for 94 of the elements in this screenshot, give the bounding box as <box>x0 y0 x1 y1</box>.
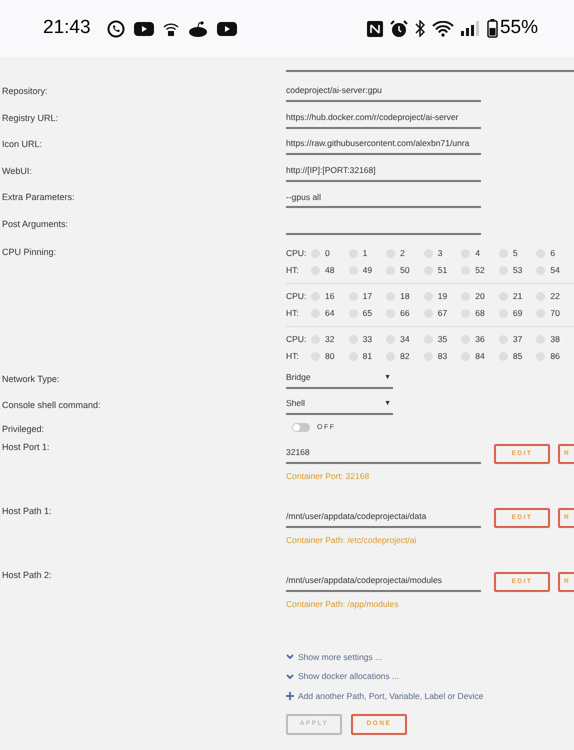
setting-label: CPU Pinning: <box>1 246 58 259</box>
setting-label: Registry URL: <box>1 112 60 125</box>
setting-label: Privileged: <box>1 422 46 436</box>
setting-label: Extra Parameters: <box>1 191 76 204</box>
chat-bubble-icon <box>106 20 125 38</box>
alarm-clock-icon <box>390 20 408 38</box>
core-number: 85 <box>512 350 522 362</box>
core-number: 18 <box>400 290 410 302</box>
core-number: 35 <box>438 332 448 346</box>
input-field[interactable]: https://raw.githubusercontent.com/alexbn71/unra <box>286 134 481 156</box>
core-number: 48 <box>325 264 335 276</box>
input-field[interactable]: /mnt/user/appdata/codeprojectai/modules <box>286 572 481 592</box>
setting-label: Post Arguments: <box>1 218 70 231</box>
cpu-row-label: HT: <box>286 264 300 276</box>
core-number: 37 <box>512 332 522 346</box>
input-field[interactable]: codeproject/ai-server:gpu <box>286 81 481 102</box>
core-number: 50 <box>400 264 410 276</box>
setting-label: Host Path 2: <box>1 568 53 582</box>
core-number: 86 <box>550 350 560 362</box>
signal-icon <box>460 21 480 36</box>
cpu-row-label: CPU: <box>286 246 308 260</box>
add-link[interactable]: Add another Path, Port, Variable, Label or Device <box>286 690 574 703</box>
input-field[interactable]: http://[IP]:[PORT:32168] <box>286 160 481 182</box>
core-number: 66 <box>400 306 410 320</box>
battery-icon <box>486 19 498 38</box>
core-number: 49 <box>362 264 372 276</box>
core-number: 1 <box>362 246 368 260</box>
bluetooth-icon <box>414 20 425 37</box>
input-field[interactable]: https://hub.docker.com/r/codeproject/ai-server <box>286 108 481 129</box>
core-number: 52 <box>475 264 485 276</box>
battery-percent: 55% <box>500 16 538 40</box>
input-field[interactable]: /mnt/user/appdata/codeprojectai/data <box>286 508 481 528</box>
core-number: 82 <box>400 350 410 362</box>
toggle-switch[interactable] <box>292 423 310 432</box>
setting-label: Icon URL: <box>1 138 44 152</box>
plus-icon <box>286 692 294 700</box>
setting-label: Network Type: <box>1 372 60 386</box>
core-number: 38 <box>550 332 560 346</box>
setting-label: Repository: <box>1 85 49 98</box>
core-number: 65 <box>362 306 372 320</box>
core-number: 34 <box>400 332 410 346</box>
cpu-row-label: CPU: <box>286 332 308 346</box>
robot-head-icon <box>188 20 208 36</box>
chevron-down-icon <box>286 674 294 680</box>
expand-link[interactable]: Show docker allocations ... <box>286 670 574 684</box>
core-number: 4 <box>475 246 480 260</box>
input-field[interactable]: 32168 <box>286 444 481 464</box>
clock-time: 21:43 <box>43 16 91 40</box>
cpu-row-label: HT: <box>286 350 300 362</box>
core-number: 36 <box>475 332 485 346</box>
core-number: 22 <box>550 290 560 302</box>
setting-label: WebUI: <box>1 164 33 178</box>
setting-label: Host Path 1: <box>1 504 53 518</box>
cpu-row-label: CPU: <box>286 290 308 302</box>
container-hint: Container Path: /etc/codeproject/ai <box>286 534 418 546</box>
core-number: 19 <box>438 290 448 302</box>
core-number: 0 <box>325 246 330 260</box>
setting-label: Host Port 1: <box>1 440 51 454</box>
core-number: 16 <box>325 290 335 302</box>
play-icon <box>134 22 154 36</box>
core-number: 81 <box>362 350 372 362</box>
core-number: 3 <box>438 246 442 260</box>
dropdown-value: Shell <box>286 396 305 410</box>
core-number: 70 <box>550 306 560 320</box>
nfc-icon <box>366 20 383 36</box>
dropdown-value: Bridge <box>286 370 311 384</box>
container-hint: Container Path: /app/modules <box>286 598 400 610</box>
core-number: 20 <box>475 290 485 302</box>
container-hint: Container Port: 32168 <box>286 470 370 482</box>
core-number: 83 <box>438 350 448 362</box>
core-number: 21 <box>512 290 522 302</box>
setting-label: Console shell command: <box>1 398 102 412</box>
core-number: 6 <box>550 246 556 260</box>
chevron-down-icon <box>286 654 294 660</box>
core-number: 84 <box>475 350 485 362</box>
cpu-row-label: HT: <box>286 306 300 320</box>
core-number: 2 <box>400 246 405 260</box>
play-icon <box>216 22 237 36</box>
core-number: 53 <box>512 264 522 276</box>
core-number: 17 <box>362 290 372 302</box>
input-field[interactable]: --gpus all <box>286 187 481 208</box>
core-number: 32 <box>325 332 335 346</box>
core-number: 5 <box>512 246 518 260</box>
core-number: 33 <box>362 332 372 346</box>
core-number: 67 <box>438 306 448 320</box>
expand-link[interactable]: Show more settings ... <box>286 650 574 664</box>
core-number: 80 <box>325 350 335 362</box>
wireless-camera-icon <box>162 20 179 36</box>
core-number: 64 <box>325 306 335 320</box>
core-number: 51 <box>438 264 448 276</box>
core-number: 54 <box>550 264 560 276</box>
core-number: 69 <box>512 306 522 320</box>
core-number: 68 <box>475 306 485 320</box>
wifi-icon <box>432 20 454 36</box>
